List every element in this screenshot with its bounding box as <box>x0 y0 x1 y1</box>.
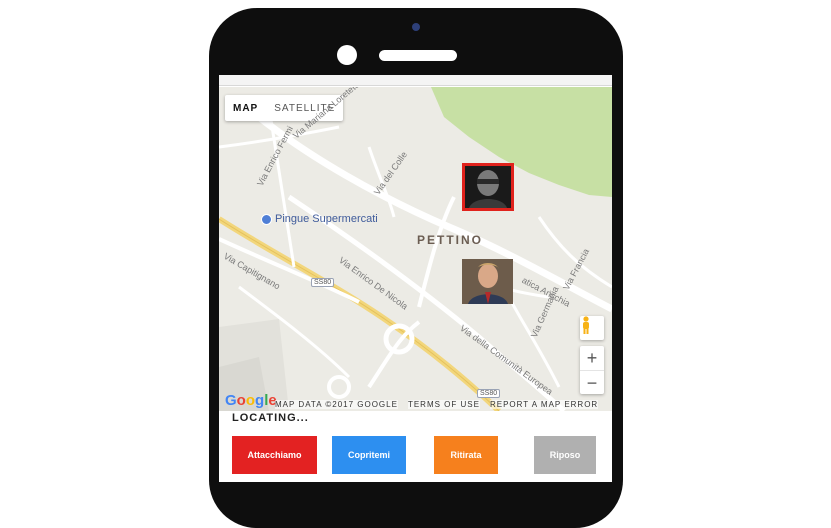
attack-button[interactable]: Attacchiamo <box>232 436 317 474</box>
district-label: PETTINO <box>417 233 484 247</box>
rest-button[interactable]: Riposo <box>534 436 596 474</box>
front-sensor <box>412 23 420 31</box>
terms-of-use-link[interactable]: TERMS OF USE <box>407 400 480 409</box>
pegman-icon <box>583 316 589 334</box>
map-type-map-button[interactable]: MAP <box>225 95 266 121</box>
report-map-error-link[interactable]: REPORT A MAP ERROR <box>489 400 599 409</box>
map-data-text: MAP DATA ©2017 GOOGLE <box>275 400 398 409</box>
app-top-bar <box>219 75 612 86</box>
road-shield: SS80 <box>311 278 335 287</box>
poi-label: Pingue Supermercati <box>275 213 378 225</box>
map-view[interactable]: MAP SATELLITE Via Enrico Fermi Via del C… <box>219 87 612 411</box>
poi-supermarket[interactable]: Pingue Supermercati <box>261 213 378 225</box>
avatar-photo-1 <box>465 166 511 208</box>
front-camera <box>337 45 357 65</box>
retreat-button[interactable]: Ritirata <box>434 436 498 474</box>
road-shield: SS80 <box>477 389 501 398</box>
zoom-control: + − <box>580 346 604 394</box>
avatar-photo-2 <box>462 259 513 304</box>
street-view-pegman[interactable] <box>580 316 604 340</box>
map-tiles <box>219 87 612 411</box>
user-marker-1[interactable] <box>462 163 514 211</box>
zoom-out-button[interactable]: − <box>580 371 604 395</box>
zoom-in-button[interactable]: + <box>580 346 604 371</box>
user-marker-2[interactable] <box>462 259 513 304</box>
cover-button[interactable]: Copritemi <box>332 436 406 474</box>
shopping-pin-icon <box>261 213 272 225</box>
earpiece-speaker <box>379 50 457 61</box>
map-attribution: MAP DATA ©2017 GOOGLE TERMS OF USE REPOR… <box>275 400 599 409</box>
phone-screen: MAP SATELLITE Via Enrico Fermi Via del C… <box>219 75 612 482</box>
google-logo[interactable]: Google <box>225 392 277 409</box>
locating-status: LOCATING... <box>232 412 309 424</box>
